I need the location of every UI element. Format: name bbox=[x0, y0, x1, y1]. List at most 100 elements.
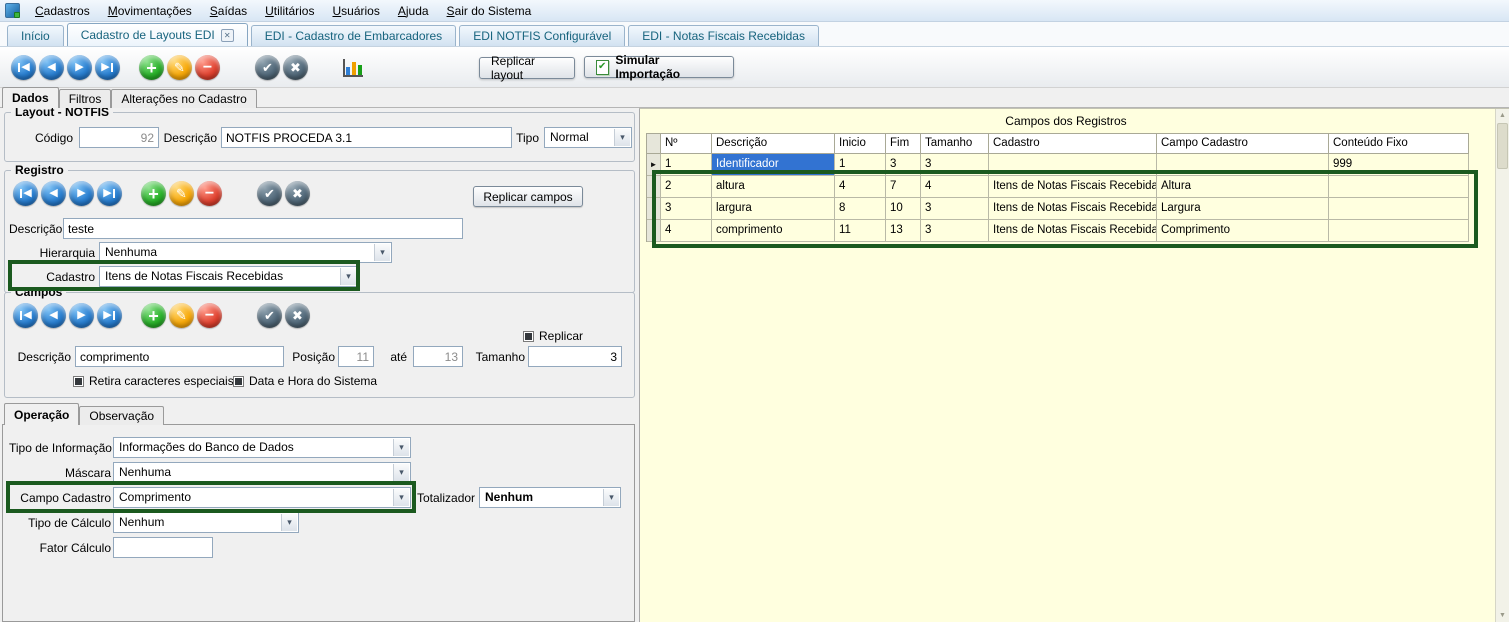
scrollbar-thumb[interactable] bbox=[1497, 123, 1508, 169]
registro-nav-last-button[interactable]: ▶ bbox=[97, 181, 122, 206]
layout-nav-prev-button[interactable]: ◀ bbox=[39, 55, 64, 80]
col-header-descricao[interactable]: Descrição bbox=[712, 134, 835, 154]
layout-cancel-button[interactable]: ✖ bbox=[283, 55, 308, 80]
grid-cell[interactable]: Itens de Notas Fiscais Recebidas bbox=[989, 220, 1157, 242]
grid-row[interactable]: 4 comprimento 11 13 3 Itens de Notas Fis… bbox=[647, 220, 1469, 242]
grid-cell[interactable]: altura bbox=[712, 176, 835, 198]
grid-cell[interactable] bbox=[1329, 176, 1469, 198]
posicao-input[interactable] bbox=[338, 346, 374, 367]
cadastro-select[interactable]: Itens de Notas Fiscais Recebidas ▾ bbox=[99, 266, 358, 287]
tipo-calculo-select[interactable]: Nenhum ▾ bbox=[113, 512, 299, 533]
col-header-cadastro[interactable]: Cadastro bbox=[989, 134, 1157, 154]
menu-cadastros[interactable]: Cadastros bbox=[26, 1, 99, 21]
grid-cell[interactable] bbox=[989, 154, 1157, 176]
retira-caracteres-checkbox[interactable] bbox=[73, 376, 84, 387]
grid-cell[interactable] bbox=[1329, 198, 1469, 220]
menu-movimentacoes[interactable]: Movimentações bbox=[99, 1, 201, 21]
menu-sair[interactable]: Sair do Sistema bbox=[438, 1, 541, 21]
grid-cell[interactable]: 11 bbox=[835, 220, 886, 242]
layout-confirm-button[interactable]: ✔ bbox=[255, 55, 280, 80]
layout-nav-first-button[interactable]: ◀ bbox=[11, 55, 36, 80]
page-tab-filtros[interactable]: Filtros bbox=[59, 89, 112, 108]
col-header-numero[interactable]: Nº bbox=[661, 134, 712, 154]
campos-edit-button[interactable]: ✎ bbox=[169, 303, 194, 328]
campos-nav-first-button[interactable]: ◀ bbox=[13, 303, 38, 328]
registro-nav-next-button[interactable]: ▶ bbox=[69, 181, 94, 206]
close-tab-icon[interactable]: ✕ bbox=[221, 29, 234, 42]
tipo-select[interactable]: Normal ▾ bbox=[544, 127, 632, 148]
vertical-scrollbar[interactable]: ▲ ▼ bbox=[1495, 109, 1509, 622]
registro-nav-first-button[interactable]: ◀ bbox=[13, 181, 38, 206]
grid-cell[interactable]: 3 bbox=[921, 154, 989, 176]
col-header-fim[interactable]: Fim bbox=[886, 134, 921, 154]
grid-cell[interactable]: 7 bbox=[886, 176, 921, 198]
col-header-campo-cadastro[interactable]: Campo Cadastro bbox=[1157, 134, 1329, 154]
tab-cadastro-layouts-edi[interactable]: Cadastro de Layouts EDI ✕ bbox=[67, 23, 248, 46]
scroll-up-icon[interactable]: ▲ bbox=[1496, 109, 1509, 122]
campos-nav-next-button[interactable]: ▶ bbox=[69, 303, 94, 328]
grid-cell[interactable]: 1 bbox=[835, 154, 886, 176]
layout-edit-button[interactable]: ✎ bbox=[167, 55, 192, 80]
chart-icon[interactable] bbox=[343, 59, 363, 77]
registro-descricao-input[interactable] bbox=[63, 218, 463, 239]
grid-cell[interactable]: Itens de Notas Fiscais Recebidas bbox=[989, 176, 1157, 198]
grid-cell[interactable]: 1 bbox=[661, 154, 712, 176]
layout-nav-next-button[interactable]: ▶ bbox=[67, 55, 92, 80]
tamanho-input[interactable] bbox=[528, 346, 622, 367]
campo-cadastro-select[interactable]: Comprimento ▾ bbox=[113, 487, 411, 508]
grid-cell[interactable]: 3 bbox=[921, 198, 989, 220]
grid-cell[interactable]: Comprimento bbox=[1157, 220, 1329, 242]
campos-cancel-button[interactable]: ✖ bbox=[285, 303, 310, 328]
fator-calculo-input[interactable] bbox=[113, 537, 213, 558]
grid-cell[interactable]: 4 bbox=[835, 176, 886, 198]
scroll-down-icon[interactable]: ▼ bbox=[1496, 609, 1509, 622]
grid-cell[interactable]: Altura bbox=[1157, 176, 1329, 198]
ate-input[interactable] bbox=[413, 346, 463, 367]
menu-ajuda[interactable]: Ajuda bbox=[389, 1, 438, 21]
grid-cell[interactable]: comprimento bbox=[712, 220, 835, 242]
menu-utilitarios[interactable]: Utilitários bbox=[256, 1, 323, 21]
campos-add-button[interactable]: + bbox=[141, 303, 166, 328]
replicar-campos-button[interactable]: Replicar campos bbox=[473, 186, 583, 207]
grid-cell[interactable]: 13 bbox=[886, 220, 921, 242]
tab-inicio[interactable]: Início bbox=[7, 25, 64, 46]
grid-cell[interactable]: Itens de Notas Fiscais Recebidas bbox=[989, 198, 1157, 220]
layout-delete-button[interactable]: − bbox=[195, 55, 220, 80]
grid-cell[interactable]: 3 bbox=[921, 220, 989, 242]
grid-cell[interactable]: 10 bbox=[886, 198, 921, 220]
tab-operacao[interactable]: Operação bbox=[4, 403, 79, 425]
tab-edi-notfis-configuravel[interactable]: EDI NOTFIS Configurável bbox=[459, 25, 625, 46]
page-tab-alteracoes[interactable]: Alterações no Cadastro bbox=[111, 89, 256, 108]
grid-cell[interactable]: 3 bbox=[886, 154, 921, 176]
codigo-input[interactable] bbox=[79, 127, 159, 148]
col-header-conteudo-fixo[interactable]: Conteúdo Fixo bbox=[1329, 134, 1469, 154]
tipo-informacao-select[interactable]: Informações do Banco de Dados ▾ bbox=[113, 437, 411, 458]
grid-row[interactable]: ► 1 Identificador 1 3 3 999 bbox=[647, 154, 1469, 176]
layout-descricao-input[interactable] bbox=[221, 127, 512, 148]
campos-nav-prev-button[interactable]: ◀ bbox=[41, 303, 66, 328]
totalizador-select[interactable]: Nenhum ▾ bbox=[479, 487, 621, 508]
grid-cell[interactable]: 4 bbox=[661, 220, 712, 242]
grid-cell[interactable] bbox=[1329, 220, 1469, 242]
grid-cell[interactable]: Largura bbox=[1157, 198, 1329, 220]
menu-saidas[interactable]: Saídas bbox=[201, 1, 256, 21]
campos-delete-button[interactable]: − bbox=[197, 303, 222, 328]
replicar-layout-button[interactable]: Replicar layout bbox=[479, 57, 575, 79]
layout-nav-last-button[interactable]: ▶ bbox=[95, 55, 120, 80]
registro-edit-button[interactable]: ✎ bbox=[169, 181, 194, 206]
grid-cell[interactable]: largura bbox=[712, 198, 835, 220]
replicar-checkbox[interactable] bbox=[523, 331, 534, 342]
campo-descricao-input[interactable] bbox=[75, 346, 284, 367]
hierarquia-select[interactable]: Nenhuma ▾ bbox=[99, 242, 392, 263]
registro-nav-prev-button[interactable]: ◀ bbox=[41, 181, 66, 206]
grid-row[interactable]: 3 largura 8 10 3 Itens de Notas Fiscais … bbox=[647, 198, 1469, 220]
registro-cancel-button[interactable]: ✖ bbox=[285, 181, 310, 206]
campos-nav-last-button[interactable]: ▶ bbox=[97, 303, 122, 328]
tab-edi-cadastro-embarcadores[interactable]: EDI - Cadastro de Embarcadores bbox=[251, 25, 456, 46]
grid-cell[interactable] bbox=[1157, 154, 1329, 176]
grid-cell[interactable]: 2 bbox=[661, 176, 712, 198]
col-header-tamanho[interactable]: Tamanho bbox=[921, 134, 989, 154]
grid-cell[interactable]: 4 bbox=[921, 176, 989, 198]
tab-edi-notas-fiscais-recebidas[interactable]: EDI - Notas Fiscais Recebidas bbox=[628, 25, 819, 46]
registro-delete-button[interactable]: − bbox=[197, 181, 222, 206]
